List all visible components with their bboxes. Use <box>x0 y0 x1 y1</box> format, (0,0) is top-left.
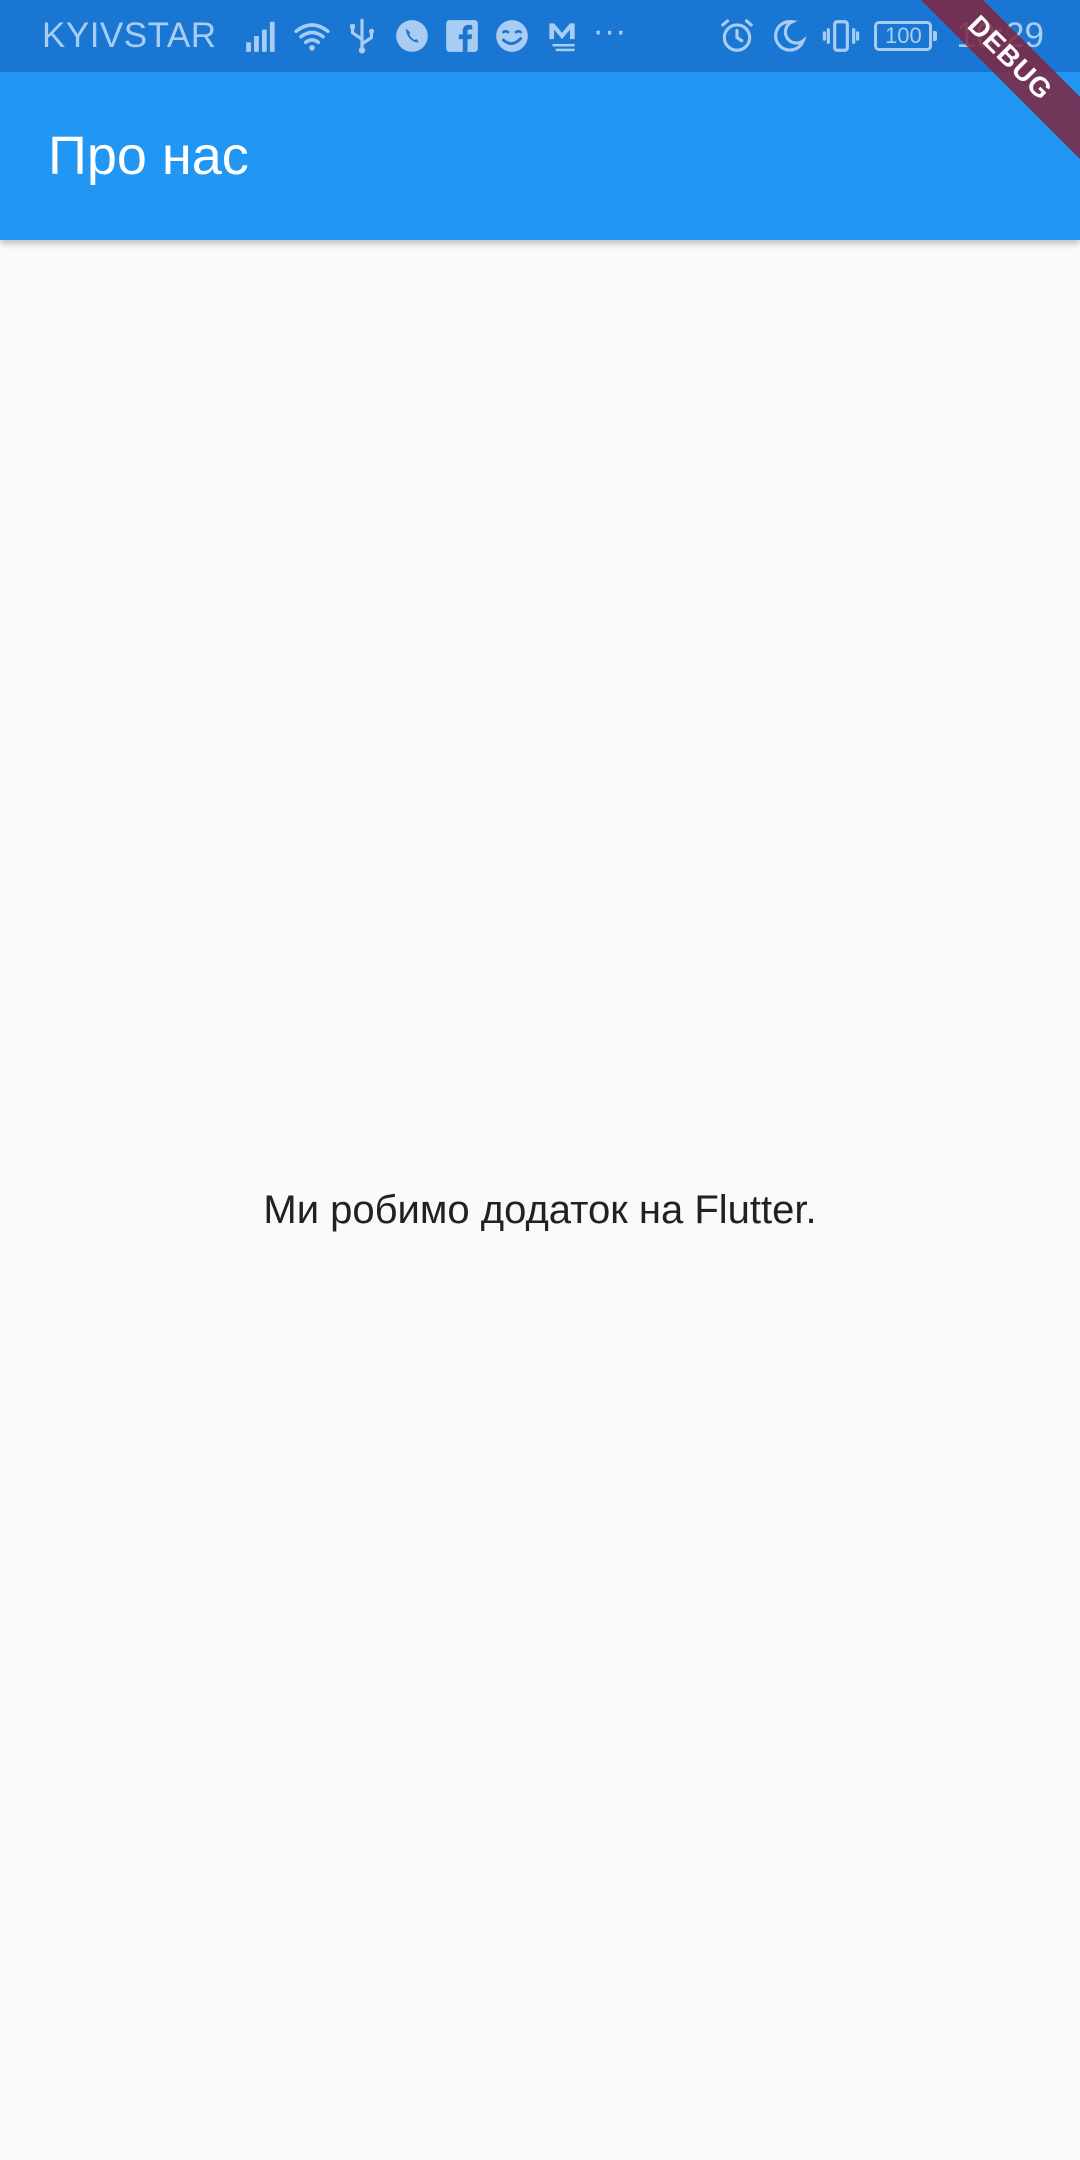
app-bar: Про нас <box>0 72 1080 240</box>
viber-icon <box>393 17 431 55</box>
troll-face-icon <box>493 17 531 55</box>
body-text: Ми робимо додаток на Flutter. <box>263 1187 817 1232</box>
alarm-icon <box>718 17 756 55</box>
notification-icons: ··· <box>243 14 627 55</box>
battery-icon: 100 <box>874 21 938 51</box>
page-title: Про нас <box>48 126 249 186</box>
clock: 10:29 <box>956 16 1044 55</box>
moon-icon <box>770 17 808 55</box>
page-body: Ми робимо додаток на Flutter. <box>0 240 1080 2160</box>
status-bar: KYIVSTAR ··· 100 10:29 <box>0 0 1080 72</box>
vibrate-icon <box>822 17 860 55</box>
wifi-icon <box>293 17 331 55</box>
gmail-icon <box>543 17 581 55</box>
signal-icon <box>243 17 281 55</box>
usb-icon <box>343 17 381 55</box>
app-screen: KYIVSTAR ··· 100 10:29 Про нас Ми робимо… <box>0 0 1080 2160</box>
more-dots-icon: ··· <box>592 12 627 50</box>
carrier-name: KYIVSTAR <box>42 16 217 55</box>
facebook-icon <box>443 17 481 55</box>
system-icons: 100 10:29 <box>718 16 1044 56</box>
